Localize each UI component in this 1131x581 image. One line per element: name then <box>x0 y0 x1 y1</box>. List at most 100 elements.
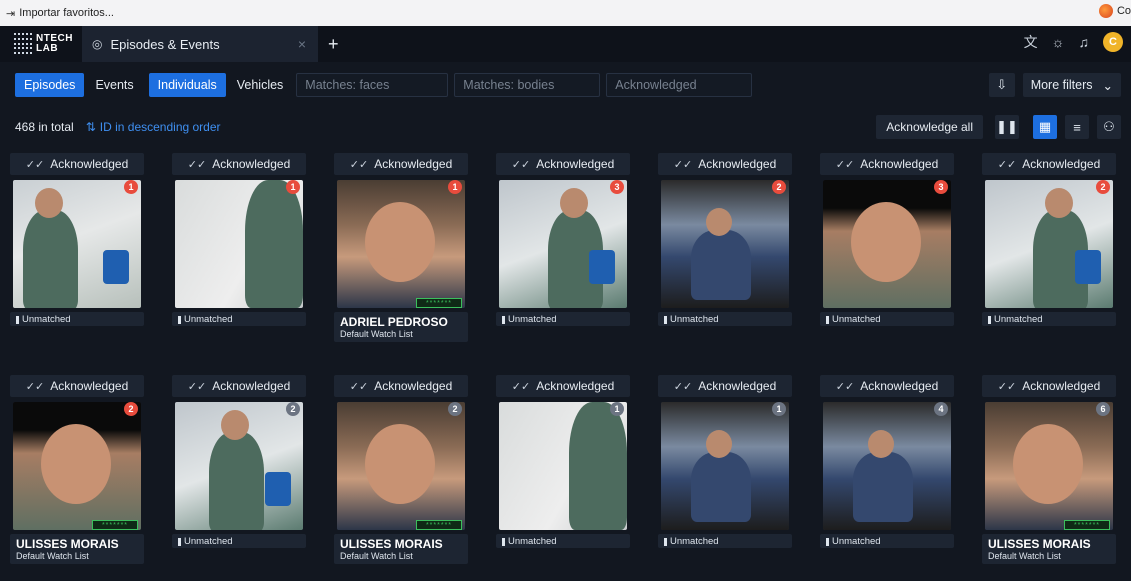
individuals-button[interactable]: Individuals <box>148 73 226 97</box>
double-check-icon: ✓✓ <box>511 380 531 393</box>
sun-icon[interactable]: ☼ <box>1052 34 1065 50</box>
sort-order-link[interactable]: ID in descending order <box>100 120 221 134</box>
acknowledged-button[interactable]: ✓✓ Acknowledged <box>820 153 954 175</box>
acknowledged-button[interactable]: ✓✓ Acknowledged <box>982 153 1116 175</box>
episode-thumbnail[interactable]: 3 <box>499 180 627 308</box>
episode-thumbnail[interactable]: 6 ******* <box>985 402 1113 530</box>
events-button[interactable]: Events <box>86 73 142 97</box>
sort-icon[interactable]: ⇅ <box>86 120 96 134</box>
card-info: ADRIEL PEDROSO Default Watch List <box>334 312 468 342</box>
card-info: ULISSES MORAIS Default Watch List <box>10 534 144 564</box>
double-check-icon: ✓✓ <box>349 158 369 171</box>
browser-profile[interactable]: Co <box>1098 4 1131 18</box>
matched-name[interactable]: ULISSES MORAIS <box>16 538 138 551</box>
episode-card[interactable]: ✓✓ Acknowledged 1 Unmatched <box>172 153 306 348</box>
acknowledged-button[interactable]: ✓✓ Acknowledged <box>334 375 468 397</box>
episode-thumbnail[interactable]: 2 ******* <box>13 402 141 530</box>
more-filters-button[interactable]: More filters ⌄ <box>1022 73 1121 97</box>
episode-thumbnail[interactable]: 1 ******* <box>337 180 465 308</box>
unmatched-status: Unmatched <box>826 536 948 547</box>
acknowledged-label: Acknowledged <box>212 379 291 393</box>
card-info: Unmatched <box>820 312 954 326</box>
profile-label: Co <box>1116 5 1131 17</box>
translate-icon[interactable]: 文 <box>1024 32 1038 52</box>
header-tools: 文 ☼ ♫ C <box>1024 32 1123 52</box>
episode-thumbnail[interactable]: 2 <box>175 402 303 530</box>
acknowledged-button[interactable]: ✓✓ Acknowledged <box>496 153 630 175</box>
import-icon[interactable]: ⇥ <box>6 7 15 20</box>
person-figure <box>691 452 751 522</box>
double-check-icon: ✓✓ <box>673 158 693 171</box>
episode-card[interactable]: ✓✓ Acknowledged 1 ******* ADRIEL PEDROSO… <box>334 153 468 348</box>
episode-card[interactable]: ✓✓ Acknowledged 2 Unmatched <box>172 375 306 570</box>
acknowledged-label: Acknowledged <box>860 379 939 393</box>
acknowledged-button[interactable]: ✓✓ Acknowledged <box>172 153 306 175</box>
acknowledge-all-button[interactable]: Acknowledge all <box>876 115 983 139</box>
acknowledged-button[interactable]: ✓✓ Acknowledged <box>658 375 792 397</box>
episode-thumbnail[interactable]: 2 <box>985 180 1113 308</box>
episode-card[interactable]: ✓✓ Acknowledged 2 Unmatched <box>658 153 792 348</box>
confidence-indicator: ******* <box>1064 520 1110 530</box>
episode-card[interactable]: ✓✓ Acknowledged 1 Unmatched <box>658 375 792 570</box>
grid-icon[interactable]: ▦ <box>1033 115 1057 139</box>
episode-card[interactable]: ✓✓ Acknowledged 2 ******* ULISSES MORAIS… <box>334 375 468 570</box>
acknowledged-button[interactable]: ✓✓ Acknowledged <box>334 153 468 175</box>
matches-faces-select[interactable]: Matches: faces <box>296 73 449 97</box>
tab-episodes-events[interactable]: ◎ Episodes & Events × <box>82 26 318 62</box>
episode-thumbnail[interactable]: 2 ******* <box>337 402 465 530</box>
episode-thumbnail[interactable]: 1 <box>661 402 789 530</box>
acknowledged-button[interactable]: ✓✓ Acknowledged <box>496 375 630 397</box>
card-info: Unmatched <box>172 534 306 548</box>
vehicles-button[interactable]: Vehicles <box>228 73 293 97</box>
close-icon[interactable]: × <box>298 36 306 52</box>
matched-name[interactable]: ULISSES MORAIS <box>988 538 1110 551</box>
acknowledged-label: Acknowledged <box>50 157 129 171</box>
episode-card[interactable]: ✓✓ Acknowledged 3 Unmatched <box>496 153 630 348</box>
add-tab-button[interactable]: + <box>328 34 339 55</box>
person-figure <box>23 210 78 308</box>
matches-bodies-select[interactable]: Matches: bodies <box>454 73 601 97</box>
episode-thumbnail[interactable]: 3 <box>823 180 951 308</box>
episode-thumbnail[interactable]: 1 <box>175 180 303 308</box>
acknowledged-button[interactable]: ✓✓ Acknowledged <box>982 375 1116 397</box>
status-marker-icon <box>664 315 667 324</box>
double-check-icon: ✓✓ <box>835 380 855 393</box>
acknowledged-select[interactable]: Acknowledged <box>606 73 753 97</box>
matched-name[interactable]: ADRIEL PEDROSO <box>340 316 462 329</box>
bell-icon[interactable]: ♫ <box>1079 34 1090 50</box>
acknowledged-label: Acknowledged <box>212 157 291 171</box>
episode-card[interactable]: ✓✓ Acknowledged 2 Unmatched <box>982 153 1116 348</box>
double-check-icon: ✓✓ <box>25 158 45 171</box>
episode-card[interactable]: ✓✓ Acknowledged 4 Unmatched <box>820 375 954 570</box>
confidence-indicator: ******* <box>92 520 138 530</box>
cluster-icon[interactable]: ⚇ <box>1097 115 1121 139</box>
status-marker-icon <box>178 537 181 546</box>
thumbnail-image <box>823 402 951 530</box>
list-icon[interactable]: ≡ <box>1065 115 1089 139</box>
episode-thumbnail[interactable]: 1 <box>499 402 627 530</box>
pause-icon[interactable]: ❚❚ <box>995 115 1019 139</box>
avatar[interactable]: C <box>1103 32 1123 52</box>
episode-card[interactable]: ✓✓ Acknowledged 2 ******* ULISSES MORAIS… <box>10 375 144 570</box>
acknowledged-button[interactable]: ✓✓ Acknowledged <box>10 375 144 397</box>
acknowledged-button[interactable]: ✓✓ Acknowledged <box>658 153 792 175</box>
event-count-badge: 3 <box>610 180 624 194</box>
episode-card[interactable]: ✓✓ Acknowledged 1 Unmatched <box>10 153 144 348</box>
event-count-badge: 1 <box>448 180 462 194</box>
ntech-logo[interactable]: NTECH LAB <box>0 26 72 62</box>
episode-thumbnail[interactable]: 4 <box>823 402 951 530</box>
episode-thumbnail[interactable]: 2 <box>661 180 789 308</box>
matched-name[interactable]: ULISSES MORAIS <box>340 538 462 551</box>
episode-card[interactable]: ✓✓ Acknowledged 6 ******* ULISSES MORAIS… <box>982 375 1116 570</box>
acknowledged-button[interactable]: ✓✓ Acknowledged <box>172 375 306 397</box>
episodes-button[interactable]: Episodes <box>15 73 85 97</box>
event-count-badge: 2 <box>448 402 462 416</box>
acknowledged-button[interactable]: ✓✓ Acknowledged <box>820 375 954 397</box>
export-icon[interactable]: ⇩ <box>988 73 1015 97</box>
acknowledged-button[interactable]: ✓✓ Acknowledged <box>10 153 144 175</box>
episode-thumbnail[interactable]: 1 <box>13 180 141 308</box>
episode-card[interactable]: ✓✓ Acknowledged 1 Unmatched <box>496 375 630 570</box>
bookmark-import[interactable]: Importar favoritos... <box>19 7 114 19</box>
acknowledged-label: Acknowledged <box>374 379 453 393</box>
episode-card[interactable]: ✓✓ Acknowledged 3 Unmatched <box>820 153 954 348</box>
